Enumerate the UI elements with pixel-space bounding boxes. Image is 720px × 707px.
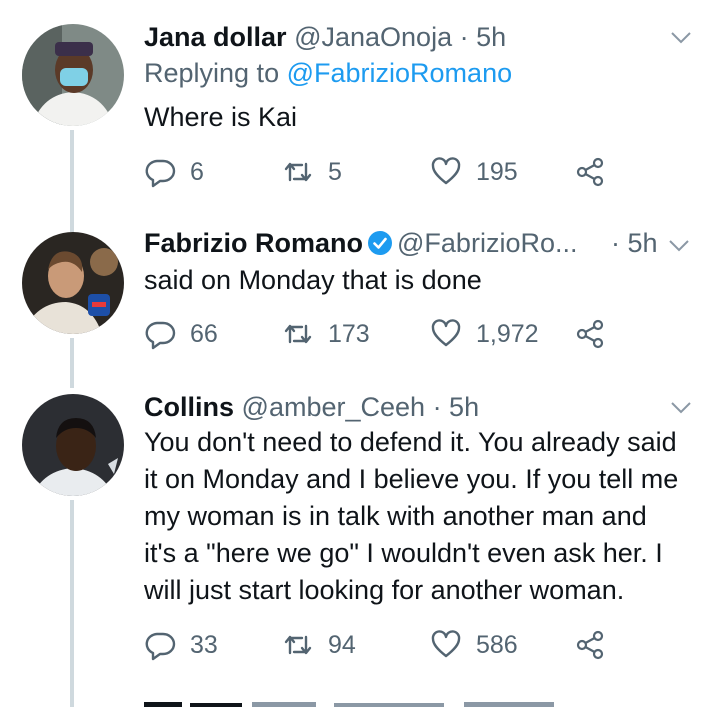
avatar-collins[interactable] [22,394,124,496]
tweet-collins[interactable]: Collins @amber_Ceeh · 5h You don't need … [0,380,720,707]
tweet-text: said on Monday that is done [144,265,482,295]
share-icon [576,319,604,349]
heart-icon [431,157,461,185]
author-handle[interactable]: @JanaOnoja [294,22,452,52]
reply-count: 66 [190,319,218,348]
tweet-jana[interactable]: Jana dollar @JanaOnoja · 5h Replying to … [0,0,720,210]
share-button[interactable] [574,152,606,192]
action-bar: 33 94 586 [144,625,620,665]
tweet-text: You don't need to defend it. You already… [144,427,679,605]
heart-icon [431,319,461,347]
timestamp[interactable]: · 5h [460,22,507,52]
retweet-count: 173 [328,319,370,348]
share-icon [576,630,604,660]
like-count: 195 [476,157,518,186]
tweet-header: Collins @amber_Ceeh · 5h [144,392,479,423]
retweet-count: 5 [328,157,342,186]
retweet-count: 94 [328,630,356,659]
author-name[interactable]: Fabrizio Romano [144,228,363,258]
reply-button[interactable]: 33 [144,625,218,665]
author-handle[interactable]: @FabrizioRo... [397,228,577,258]
reply-icon [145,632,176,661]
like-button[interactable]: 1,972 [430,314,539,354]
reply-icon [145,321,176,350]
retweet-icon [284,162,312,182]
author-name[interactable]: Jana dollar [144,22,287,52]
reply-icon [145,159,176,188]
verified-badge-icon [368,231,393,255]
retweet-icon [284,324,312,344]
next-tweet-partial [144,702,554,707]
reply-button[interactable]: 6 [144,152,204,192]
retweet-icon [284,635,312,655]
tweet-header: Fabrizio Romano @FabrizioRo... [144,228,577,259]
like-button[interactable]: 195 [430,152,518,192]
timestamp[interactable]: · 5h [433,392,480,422]
action-bar: 66 173 1,972 [144,314,620,354]
author-handle[interactable]: @amber_Ceeh [242,392,426,422]
retweet-button[interactable]: 5 [282,152,342,192]
like-count: 586 [476,630,518,659]
retweet-button[interactable]: 173 [282,314,370,354]
share-button[interactable] [574,314,606,354]
heart-icon [431,630,461,658]
like-count: 1,972 [476,319,539,348]
tweet-text: Where is Kai [144,102,298,132]
like-button[interactable]: 586 [430,625,518,665]
chevron-down-icon[interactable] [668,24,694,50]
tweet-fabrizio[interactable]: Fabrizio Romano @FabrizioRo... · 5h said … [0,210,720,380]
replying-to: Replying to @FabrizioRomano [144,58,512,89]
reply-count: 33 [190,630,218,659]
timestamp-wrap: · 5h [611,228,658,259]
retweet-button[interactable]: 94 [282,625,356,665]
reply-button[interactable]: 66 [144,314,218,354]
author-name[interactable]: Collins [144,392,234,422]
tweet-header: Jana dollar @JanaOnoja · 5h [144,22,506,53]
replying-label: Replying to [144,58,280,88]
share-icon [576,157,604,187]
share-button[interactable] [574,625,606,665]
avatar-fabrizio[interactable] [22,232,124,334]
mention-link[interactable]: @FabrizioRomano [287,58,513,88]
timestamp[interactable]: · 5h [611,228,658,258]
action-bar: 6 5 195 [144,152,620,192]
avatar-jana[interactable] [22,24,124,126]
reply-count: 6 [190,157,204,186]
chevron-down-icon[interactable] [668,394,694,420]
chevron-down-icon[interactable] [666,232,692,258]
